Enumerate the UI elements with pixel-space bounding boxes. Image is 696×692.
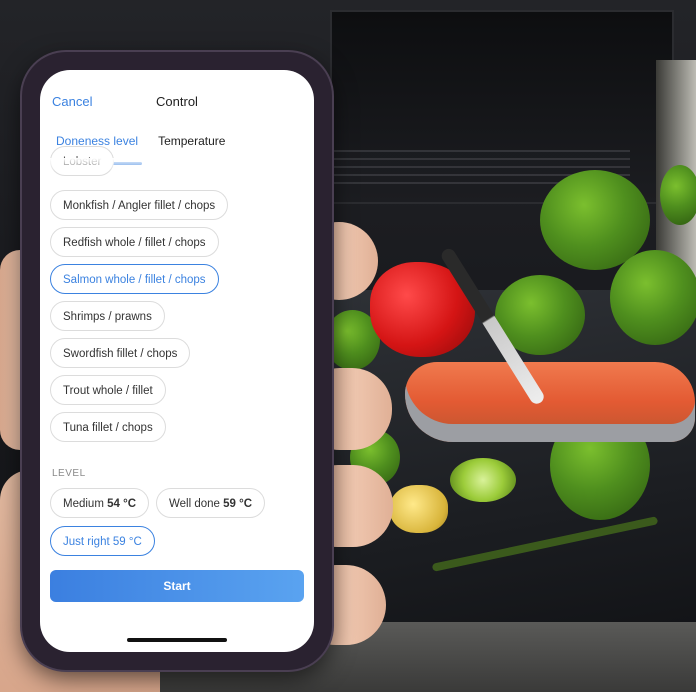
level-option-name: Well done xyxy=(169,498,224,510)
level-option-medium[interactable]: Medium 54 °C xyxy=(50,488,149,518)
broccoli-floret xyxy=(610,250,696,345)
broccoli-floret xyxy=(660,165,696,225)
level-option-name: Medium xyxy=(63,498,108,510)
app-screen: Control Cancel Doneness level Temperatur… xyxy=(40,70,314,652)
list-fade xyxy=(40,158,314,172)
ginger-piece xyxy=(390,485,448,533)
tab-temperature[interactable]: Temperature xyxy=(154,132,229,158)
cancel-button[interactable]: Cancel xyxy=(52,94,92,109)
fish-option-shrimps[interactable]: Shrimps / prawns xyxy=(50,301,165,331)
level-option-name: Just right xyxy=(63,536,113,548)
level-section-label: LEVEL xyxy=(52,468,86,479)
level-option-temp: 59 °C xyxy=(112,536,142,548)
fish-option-monkfish[interactable]: Monkfish / Angler fillet / chops xyxy=(50,190,229,220)
start-button[interactable]: Start xyxy=(50,570,304,602)
fish-option-salmon[interactable]: Salmon whole / fillet / chops xyxy=(50,264,219,294)
level-option-temp: 54 °C xyxy=(107,498,136,510)
fish-option-trout[interactable]: Trout whole / fillet xyxy=(50,375,166,405)
leek-slice xyxy=(450,458,516,502)
level-option-well-done[interactable]: Well done 59 °C xyxy=(156,488,266,518)
fish-option-tuna[interactable]: Tuna fillet / chops xyxy=(50,412,166,442)
level-option-temp: 59 °C xyxy=(223,498,253,510)
phone-device: Control Cancel Doneness level Temperatur… xyxy=(22,52,332,670)
fish-option-swordfish[interactable]: Swordfish fillet / chops xyxy=(50,338,191,368)
level-option-just-right[interactable]: Just right 59 °C xyxy=(50,526,155,556)
fish-option-redfish[interactable]: Redfish whole / fillet / chops xyxy=(50,227,219,257)
salmon-steak xyxy=(405,362,695,442)
nav-bar: Control Cancel xyxy=(40,94,314,118)
home-indicator xyxy=(127,638,227,642)
